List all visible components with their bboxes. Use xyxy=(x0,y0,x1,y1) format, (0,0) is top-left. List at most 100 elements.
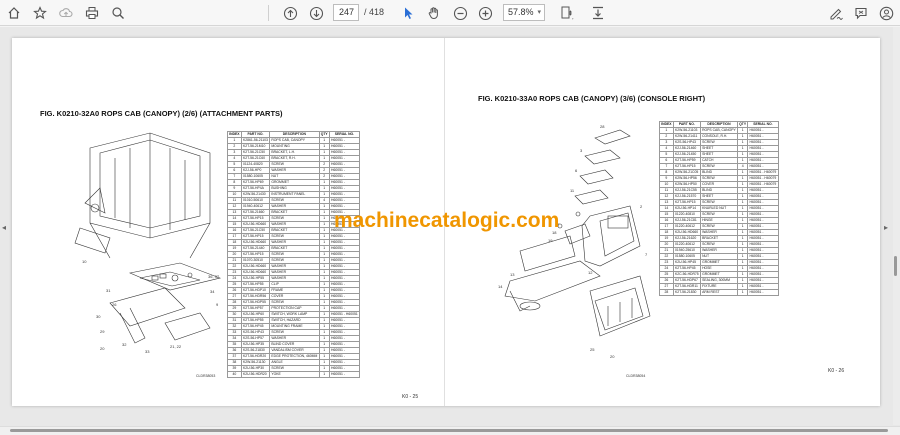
cell-index: 40 xyxy=(227,371,242,378)
svg-text:14: 14 xyxy=(498,284,503,289)
svg-text:21, 22: 21, 22 xyxy=(170,344,182,349)
table-row: 10 K2W-56-21430 INSTRUMENT PANEL 1 H60051 - xyxy=(227,191,361,198)
svg-text:9: 9 xyxy=(216,302,219,307)
cell-serial: H60051 - H60051 xyxy=(328,311,361,318)
cell-description: ARM REST xyxy=(699,289,738,296)
cursor-icon[interactable] xyxy=(398,3,418,23)
left-figure-title: FIG. K0210-32A0 ROPS CAB (CANOPY) (2/6) … xyxy=(40,109,283,118)
zoom-level-select[interactable]: 57.8% ▾ xyxy=(503,4,545,21)
svg-text:30: 30 xyxy=(96,314,101,319)
table-row: 25 K2C-56-HDR75 GROMMET 1 H60051 - xyxy=(659,271,779,278)
right-page-footer: K0 - 26 xyxy=(828,368,845,374)
cell-part-no: K2U-56-HD660 xyxy=(240,239,271,246)
download-icon[interactable] xyxy=(588,3,608,23)
vertical-scrollbar[interactable] xyxy=(893,27,900,425)
zoom-level-value: 57.8% xyxy=(508,7,534,17)
home-icon[interactable] xyxy=(4,3,24,23)
cell-description: YOKE xyxy=(269,371,320,378)
zoom-out-icon[interactable] xyxy=(450,3,470,23)
toolbar-divider xyxy=(268,5,269,21)
cell-part-no: K2T-56-HDR20 xyxy=(240,353,271,360)
user-icon[interactable] xyxy=(876,3,896,23)
right-parts-diagram: 283611 171819 131412 272520 xyxy=(498,124,651,359)
svg-text:25: 25 xyxy=(590,347,595,352)
cell-part-no: K2U-56-HD660 xyxy=(240,269,271,276)
right-panel-arrow-icon[interactable]: ▸ xyxy=(884,223,888,232)
cell-part-no: K2C-56-HDR75 xyxy=(672,271,701,278)
table-header-row: INDEX PART NO. DESCRIPTION QTY SERIAL NO… xyxy=(227,131,361,138)
cell-part-no: K2U-56-HDR20 xyxy=(240,371,271,378)
cell-description: ROPS CAB, CANOPY xyxy=(699,127,738,134)
svg-text:36, 37: 36, 37 xyxy=(208,274,220,279)
cell-part-no: K2W-56-21C05 xyxy=(672,169,701,176)
cell-part-no: K2861-56-21103 xyxy=(240,137,271,144)
zoom-search-icon[interactable] xyxy=(108,3,128,23)
left-parts-table: INDEX PART NO. DESCRIPTION QTY SERIAL NO… xyxy=(227,131,361,378)
cell-serial: H60051 - H60079 xyxy=(747,169,779,176)
cell-part-no: K2W-56-21411 xyxy=(672,133,701,140)
left-page-footer: K0 - 25 xyxy=(402,394,419,400)
svg-text:29: 29 xyxy=(100,329,105,334)
table-row: 32 K2T-56-HP45 MOUNTING FRAME 1 H60051 - xyxy=(227,323,361,330)
svg-text:10: 10 xyxy=(82,259,87,264)
cell-serial: H60051 - xyxy=(747,289,779,296)
cell-part-no: K2J-56-21C81 xyxy=(672,217,701,224)
table-row: 30 K2U-56-HP60 SWITCH, WORK LAMP 1 H60051 - … xyxy=(227,311,361,318)
horizontal-scrollbar-thumb[interactable] xyxy=(10,429,888,432)
right-figure-title: FIG. K0210-33A0 ROPS CAB (CANOPY) (3/6) … xyxy=(478,94,706,103)
cell-qty: 1 xyxy=(736,289,749,296)
edit-sign-icon[interactable] xyxy=(826,3,846,23)
right-drawing-code: CLDR38054 xyxy=(626,374,646,378)
cell-part-no: K2T-56-HDP10 xyxy=(240,287,271,294)
page-total-label: / 418 xyxy=(364,7,385,17)
left-panel-arrow-icon[interactable]: ◂ xyxy=(2,223,6,232)
table-row: 37 K2T-56-HDR20 EDGE PROTECTION, 460MM 1 H60… xyxy=(227,353,361,360)
cell-part-no: K2U-56-HD660 xyxy=(240,221,271,228)
chevron-down-icon: ▾ xyxy=(537,9,541,16)
cell-part-no: K2W-56-21430 xyxy=(240,191,271,198)
left-parts-diagram: 31 26 30 29 21, 22 33 36, 37 34 9 32 10 20 xyxy=(74,132,222,354)
left-table-body: 1 K2861-56-21103 ROPS CAB, CANOPY 1 H60051 -… xyxy=(227,137,361,378)
col-header-index: INDEX xyxy=(227,131,242,138)
cell-serial: H60051 - xyxy=(328,371,361,378)
cell-serial: H60051 - H60079 xyxy=(747,175,779,182)
table-row: 28 K2T-56-21830 ARM REST 1 H60051 - xyxy=(659,289,779,296)
col-header-index: INDEX xyxy=(659,121,674,128)
table-row: 26 K2T-56-HDP67 SEALING, 300MM 1 H60051 - xyxy=(659,277,779,284)
cell-part-no: K2T-56-HDP67 xyxy=(672,277,701,284)
hand-icon[interactable] xyxy=(424,3,444,23)
page-number-input[interactable]: 247 xyxy=(333,4,359,21)
svg-text:31: 31 xyxy=(106,288,111,293)
fit-page-icon[interactable] xyxy=(557,3,577,23)
page-up-icon[interactable] xyxy=(280,3,300,23)
table-row: 2 K2W-56-21411 CONSOLE, R.H. 1 H60051 - xyxy=(659,133,779,140)
cell-part-no: K2W-56-21103 xyxy=(672,127,701,134)
right-table-body: 1 K2W-56-21103 ROPS CAB, CANOPY 1 H60051 -2K… xyxy=(659,127,779,296)
svg-text:32: 32 xyxy=(122,342,127,347)
document-viewer[interactable]: ◂ ▸ FIG. K0210-32A0 ROPS CAB (CANOPY) (2… xyxy=(0,27,900,435)
cell-serial: H60051 - H60079 xyxy=(747,181,779,188)
zoom-in-icon[interactable] xyxy=(475,3,495,23)
left-drawing-code: CLDR38053 xyxy=(196,374,216,378)
svg-text:33: 33 xyxy=(145,349,150,354)
table-row: 1 K2W-56-21103 ROPS CAB, CANOPY 1 H60051 - xyxy=(659,127,779,134)
svg-text:20: 20 xyxy=(610,354,615,359)
cell-index: 28 xyxy=(659,289,674,296)
cell-description: EDGE PROTECTION, 460MM xyxy=(269,353,320,360)
table-row: 1 K2861-56-21103 ROPS CAB, CANOPY 1 H60051 - xyxy=(227,137,361,144)
table-row: 36 K2S-56-21830 VANDALISM COVER 1 H60051 - xyxy=(227,347,361,354)
svg-text:13: 13 xyxy=(510,272,515,277)
table-row: 35 K2U-56-HP35 BLIND COVER 1 H60051 - xyxy=(227,341,361,348)
cell-part-no: K2T-56-21830 xyxy=(672,289,701,296)
vertical-scrollbar-thumb[interactable] xyxy=(894,256,897,276)
table-row: 4 K2T-56-21C60 BRACKET, R.H. 1 H60051 - xyxy=(227,155,361,162)
cell-qty: 1 xyxy=(318,371,330,378)
cell-part-no: K2T-56-HDR11 xyxy=(672,283,701,290)
print-icon[interactable] xyxy=(82,3,102,23)
comment-icon[interactable] xyxy=(851,3,871,23)
bookmark-icon[interactable] xyxy=(30,3,50,23)
cell-part-no: K2U-56-HD660 xyxy=(240,263,271,270)
upload-icon[interactable] xyxy=(56,3,76,23)
page-down-icon[interactable] xyxy=(306,3,326,23)
cell-part-no: K2U-56-HD660 xyxy=(672,229,701,236)
